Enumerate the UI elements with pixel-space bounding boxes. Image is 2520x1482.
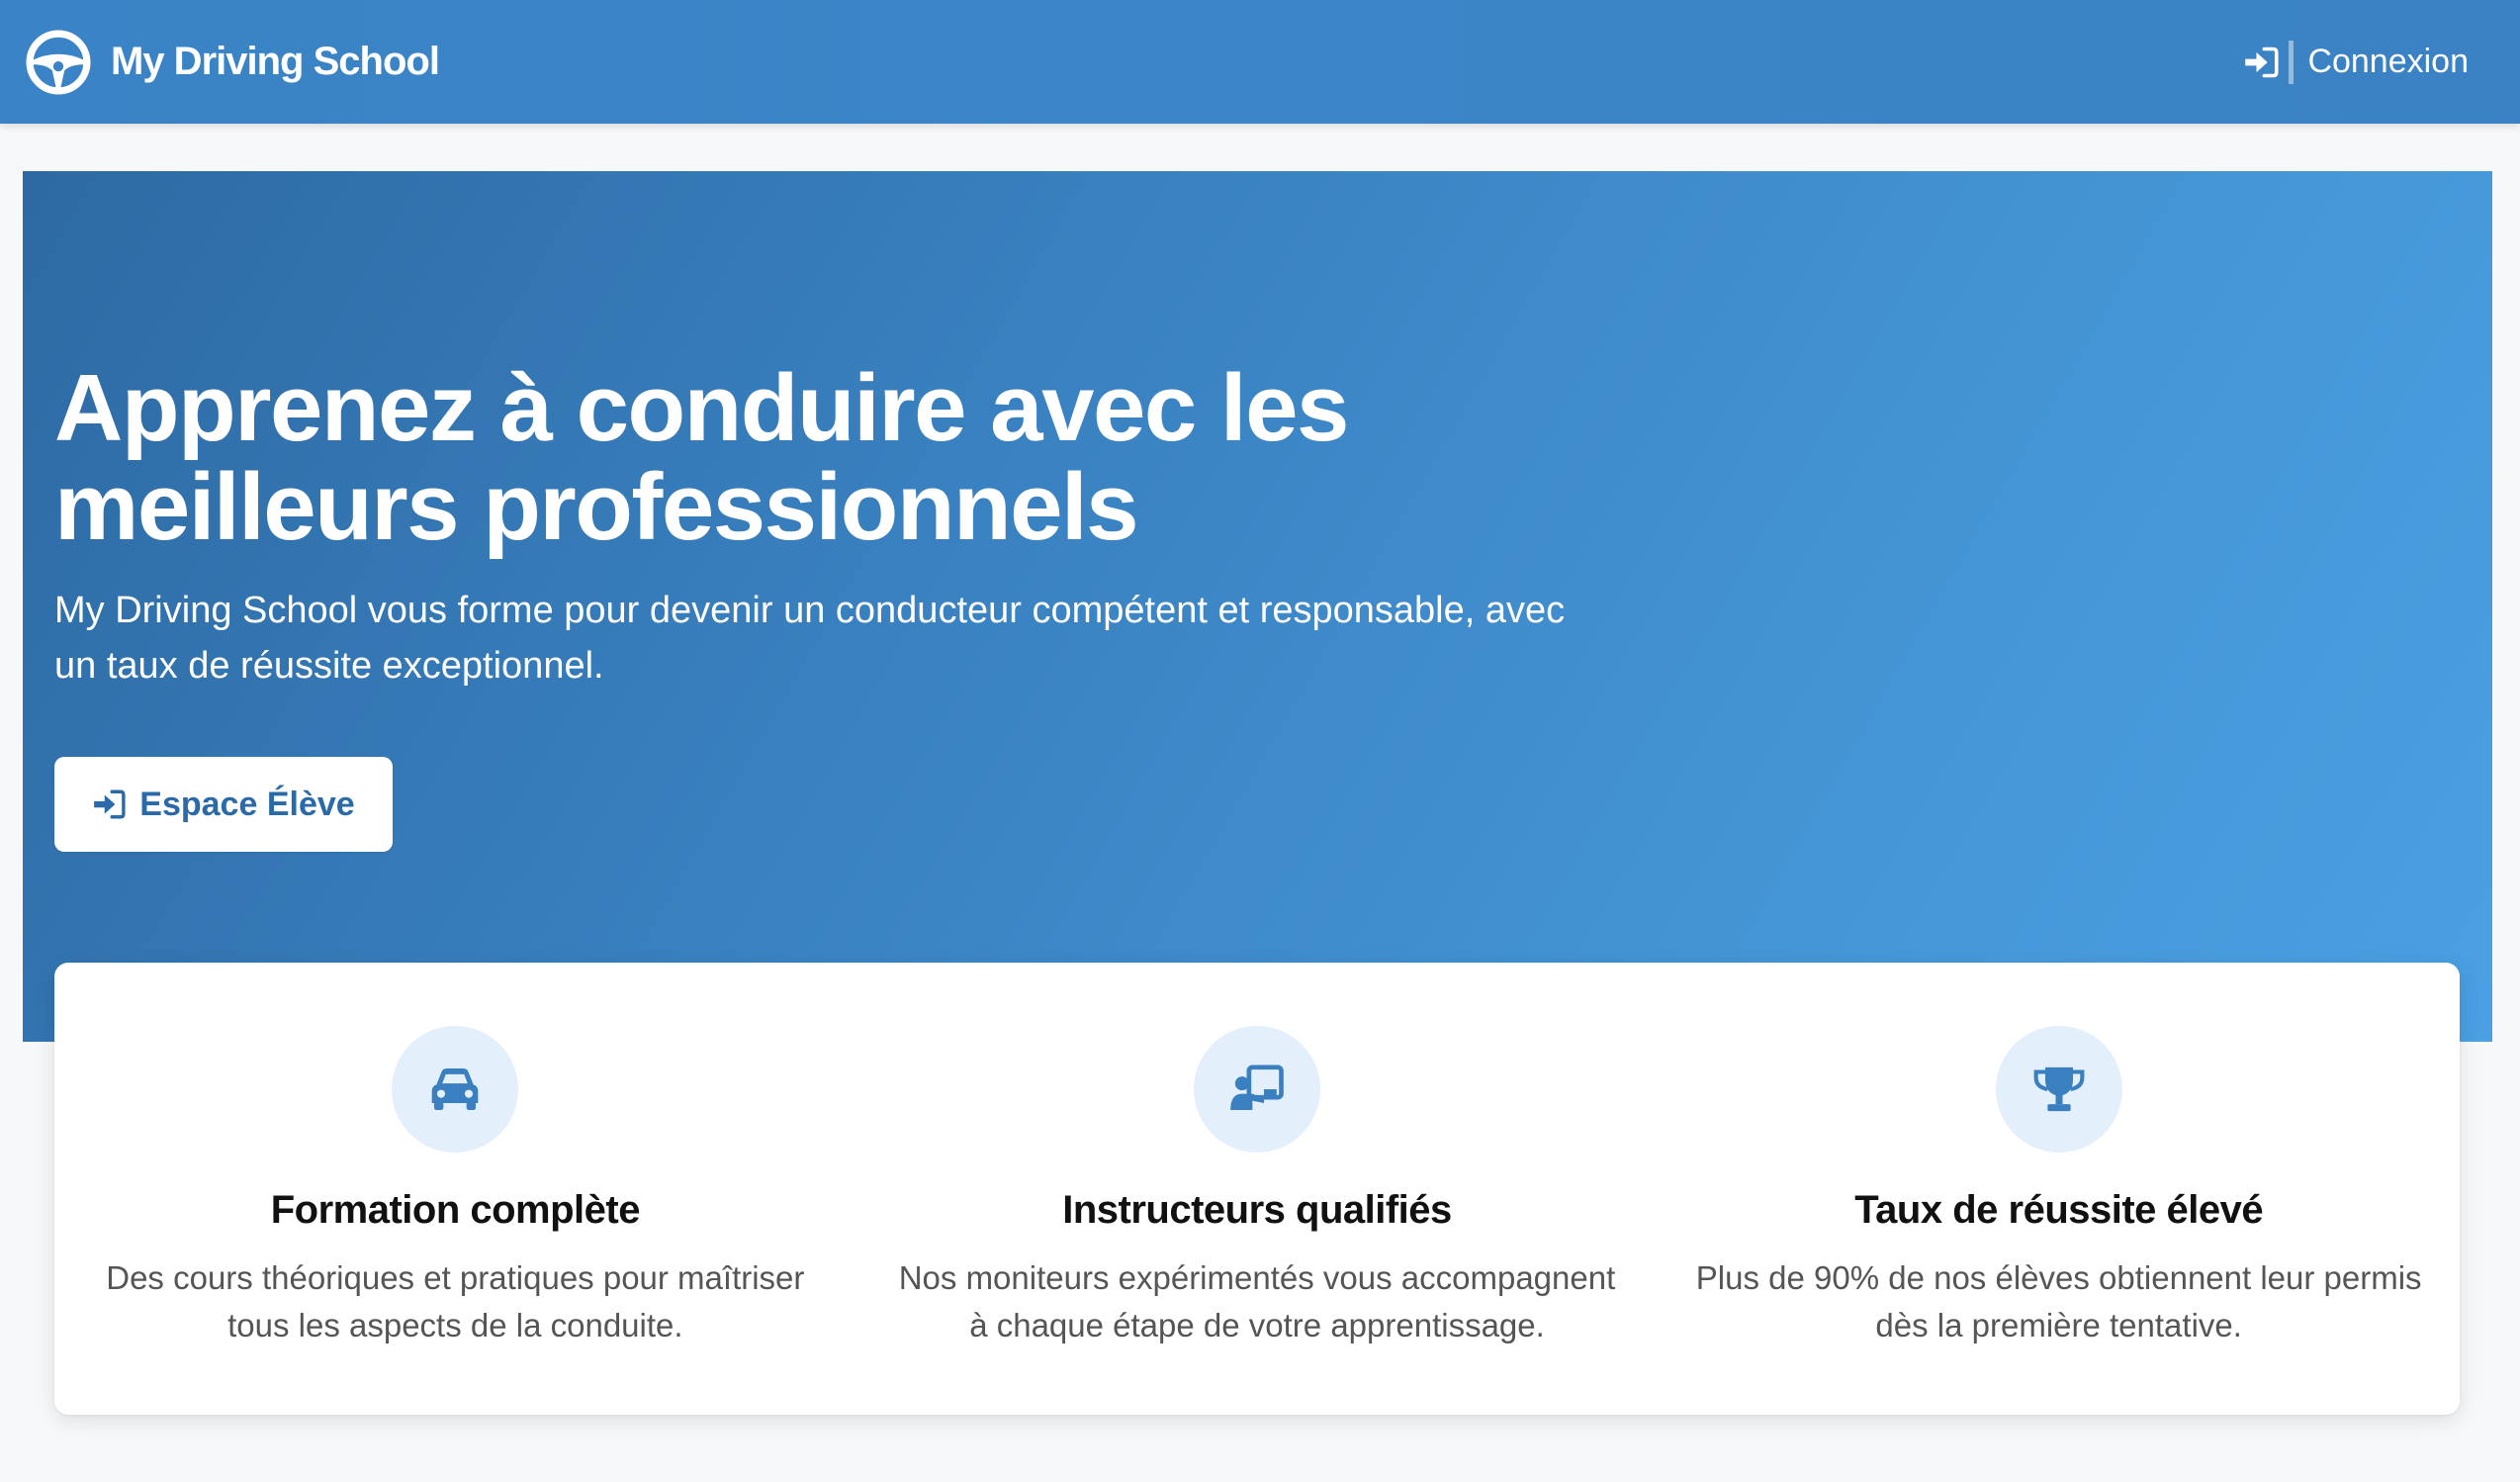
trophy-icon: [2033, 1066, 2085, 1112]
feature-item: Taux de réussite élevé Plus de 90% de no…: [1658, 963, 2460, 1415]
feature-title: Instructeurs qualifiés: [1062, 1188, 1452, 1232]
hero-subtitle: My Driving School vous forme pour deveni…: [54, 590, 1566, 687]
feature-item: Formation complète Des cours théoriques …: [54, 963, 856, 1415]
hero-section: Apprenez à conduire avec les meilleurs p…: [23, 171, 2492, 1042]
feature-icon-circle: [392, 1026, 519, 1153]
steering-wheel-icon: [26, 30, 91, 94]
hero-title: Apprenez à conduire avec les meilleurs p…: [54, 355, 1349, 560]
student-space-label: Espace Élève: [139, 785, 355, 823]
feature-description: Des cours théoriques et pratiques pour m…: [106, 1259, 805, 1343]
feature-icon-circle: [1995, 1026, 2122, 1153]
login-link[interactable]: Connexion: [2243, 40, 2469, 84]
feature-item: Instructeurs qualifiés Nos moniteurs exp…: [856, 963, 1659, 1415]
car-icon: [431, 1068, 479, 1110]
feature-icon-circle: [1194, 1026, 1320, 1153]
feature-description: Nos moniteurs expérimentés vous accompag…: [898, 1259, 1616, 1343]
brand-link[interactable]: My Driving School: [26, 30, 440, 95]
brand-name: My Driving School: [111, 40, 440, 83]
feature-description: Plus de 90% de nos élèves obtiennent leu…: [1695, 1259, 2422, 1343]
top-navbar: My Driving School Connexion: [0, 0, 2520, 124]
sign-in-icon: [2245, 46, 2279, 77]
feature-title: Taux de réussite élevé: [1854, 1188, 2264, 1232]
text-cursor: [2289, 40, 2295, 84]
chalkboard-teacher-icon: [1230, 1065, 1284, 1110]
sign-in-icon: [94, 789, 126, 819]
login-label: Connexion: [2307, 43, 2469, 80]
features-card: Formation complète Des cours théoriques …: [54, 963, 2460, 1415]
feature-title: Formation complète: [270, 1188, 641, 1232]
student-space-button[interactable]: Espace Élève: [54, 757, 393, 852]
